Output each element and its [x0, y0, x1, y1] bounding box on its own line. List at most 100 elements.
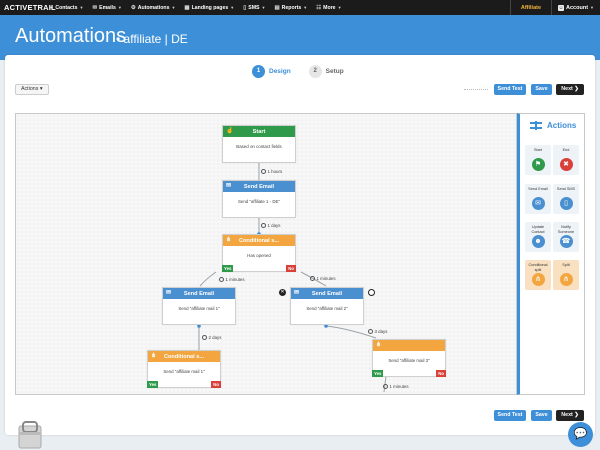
- action-tile-split[interactable]: Split ⋔: [553, 260, 579, 290]
- delete-node-icon[interactable]: ✕: [279, 289, 286, 296]
- nav-label: More: [323, 4, 336, 11]
- yes-branch-tag: Yes: [372, 370, 384, 377]
- chart-icon: ▤: [274, 4, 280, 11]
- node-send-email[interactable]: ✉ Send Email Send "affiliate 1 - DE": [222, 180, 296, 218]
- nav-more[interactable]: ☷ More ▼: [316, 5, 341, 11]
- tile-label: End: [562, 148, 570, 152]
- action-tile-start[interactable]: Start ⚑: [525, 145, 551, 175]
- sms-icon: ▯: [243, 4, 247, 11]
- chat-bubble-icon[interactable]: 💬: [568, 422, 593, 447]
- delay-label: 1 hours: [261, 169, 282, 174]
- tile-label: Update Contact: [531, 225, 545, 234]
- node-conditional-split[interactable]: ⋔ Conditional s... Send "affiliate mail 1…: [147, 350, 221, 388]
- node-conditional-split[interactable]: ⋔ Send "affiliate mail 3" Yes No: [372, 339, 446, 377]
- yes-branch-tag: Yes: [222, 265, 234, 272]
- no-branch-tag: No: [286, 265, 296, 272]
- clock-icon: [383, 384, 388, 389]
- clock-icon: [202, 335, 207, 340]
- caret-down-icon: ▼: [79, 5, 84, 10]
- tile-label: Conditional split: [528, 263, 548, 272]
- tile-label: Notify Someone: [557, 225, 575, 234]
- clock-icon: [261, 169, 266, 174]
- send-test-button[interactable]: Send Test: [494, 84, 526, 95]
- nav-right: Affiliate ☺ Account ▼: [509, 0, 600, 15]
- caret-down-icon: ▼: [117, 5, 122, 10]
- action-tile-contact[interactable]: Update Contact ☻: [525, 222, 551, 252]
- nav-reports[interactable]: ▤ Reports ▼: [274, 5, 307, 11]
- delay-label: 1 minutes: [383, 384, 409, 389]
- node-header: ✉ Send Email: [291, 288, 363, 299]
- panel-title: Actions: [547, 121, 577, 130]
- next-button[interactable]: Next ❯: [556, 410, 584, 421]
- envelope-icon: ✉: [226, 183, 232, 189]
- node-conditional-split[interactable]: ⋔ Conditional s... Has opened Yes No: [222, 234, 296, 272]
- logo[interactable]: ACTIVETRAIL: [4, 3, 56, 12]
- save-button[interactable]: Save: [531, 410, 552, 421]
- next-button[interactable]: Next ❯: [556, 84, 584, 95]
- step-2-number[interactable]: 2: [308, 65, 322, 78]
- delay-label: 2 days: [202, 335, 221, 340]
- tile-label: Split: [562, 263, 570, 267]
- conditional-split-icon: ⋔: [531, 273, 545, 286]
- delay-label: 1 minutes: [219, 277, 245, 282]
- node-description: Send "affiliate 1 - DE": [237, 199, 281, 204]
- person-icon: ●: [50, 4, 54, 11]
- node-title: Conditional s...: [163, 353, 205, 360]
- node-description: Send "affiliate mail 1": [178, 306, 220, 311]
- account-menu[interactable]: ☺ Account ▼: [552, 4, 600, 11]
- action-tile-end[interactable]: End ✖: [553, 145, 579, 175]
- node-description: Send "affiliate mail 3": [388, 358, 430, 363]
- caret-down-icon: ▼: [261, 5, 266, 10]
- delay-text: 1 minutes: [389, 384, 409, 389]
- page-header: Automations • affiliate | DE: [0, 15, 600, 60]
- send-test-button[interactable]: Send Test: [494, 410, 526, 421]
- nav-landing-pages[interactable]: ▦ Landing pages ▼: [184, 5, 234, 11]
- step-design[interactable]: Design: [269, 68, 291, 75]
- nav-label: Reports: [281, 4, 302, 11]
- nav-sms[interactable]: ▯ SMS ▼: [243, 5, 265, 11]
- binder-clip-icon: [18, 421, 42, 449]
- nav-contacts[interactable]: ● Contacts ▼: [50, 5, 84, 11]
- actions-icon: [530, 121, 542, 130]
- clock-icon: [368, 329, 373, 334]
- node-title: Send Email: [243, 183, 275, 190]
- gear-icon: ⚙: [130, 4, 136, 11]
- notify-icon: ☎: [559, 235, 573, 248]
- action-tile-email[interactable]: Send Email ✉: [525, 184, 551, 214]
- automation-canvas[interactable]: ☝ Start Based on contact fields 1 hours ✉…: [15, 113, 517, 395]
- caret-down-icon: ▼: [230, 5, 235, 10]
- action-tile-notify[interactable]: Notify Someone ☎: [553, 222, 579, 252]
- save-button[interactable]: Save: [531, 84, 552, 95]
- envelope-icon: ✉: [294, 290, 300, 296]
- nav-label: Emails: [99, 4, 116, 11]
- clock-icon: [219, 277, 224, 282]
- step-1-number[interactable]: 1: [252, 65, 265, 78]
- node-header: ⋔ Conditional s...: [148, 351, 220, 362]
- node-header: ⋔: [373, 340, 445, 351]
- node-header: ☝ Start: [223, 126, 295, 137]
- caret-down-icon: ▼: [171, 5, 176, 10]
- step-setup[interactable]: Setup: [326, 68, 344, 75]
- node-description: Has opened: [247, 253, 271, 258]
- affiliate-link[interactable]: Affiliate: [509, 0, 553, 15]
- action-tile-conditional-split[interactable]: Conditional split ⋔: [525, 260, 551, 290]
- node-description: Send "affiliate mail 1": [163, 369, 205, 374]
- node-send-email[interactable]: ✉ Send Email Send "affiliate mail 2": [290, 287, 364, 325]
- actions-dropdown[interactable]: Actions ▾: [15, 84, 49, 95]
- nav-automations[interactable]: ⚙ Automations ▼: [131, 5, 176, 11]
- grid-icon: ☷: [316, 4, 322, 11]
- envelope-icon: ✉: [92, 4, 98, 11]
- sms-icon: ▯: [559, 197, 573, 210]
- nav-label: Contacts: [55, 4, 78, 11]
- divider: [464, 89, 488, 90]
- node-start[interactable]: ☝ Start Based on contact fields: [222, 125, 296, 163]
- nav-emails[interactable]: ✉ Emails ▼: [93, 5, 122, 11]
- node-title: Conditional s...: [238, 237, 280, 244]
- action-tile-sms[interactable]: Send SMS ▯: [553, 184, 579, 214]
- node-settings-icon[interactable]: [368, 289, 375, 296]
- node-send-email[interactable]: ✉ Send Email Send "affiliate mail 1": [162, 287, 236, 325]
- account-label: Account: [566, 4, 589, 11]
- nav-label: Automations: [137, 4, 170, 11]
- page-icon: ▦: [184, 4, 190, 11]
- no-branch-tag: No: [211, 381, 221, 388]
